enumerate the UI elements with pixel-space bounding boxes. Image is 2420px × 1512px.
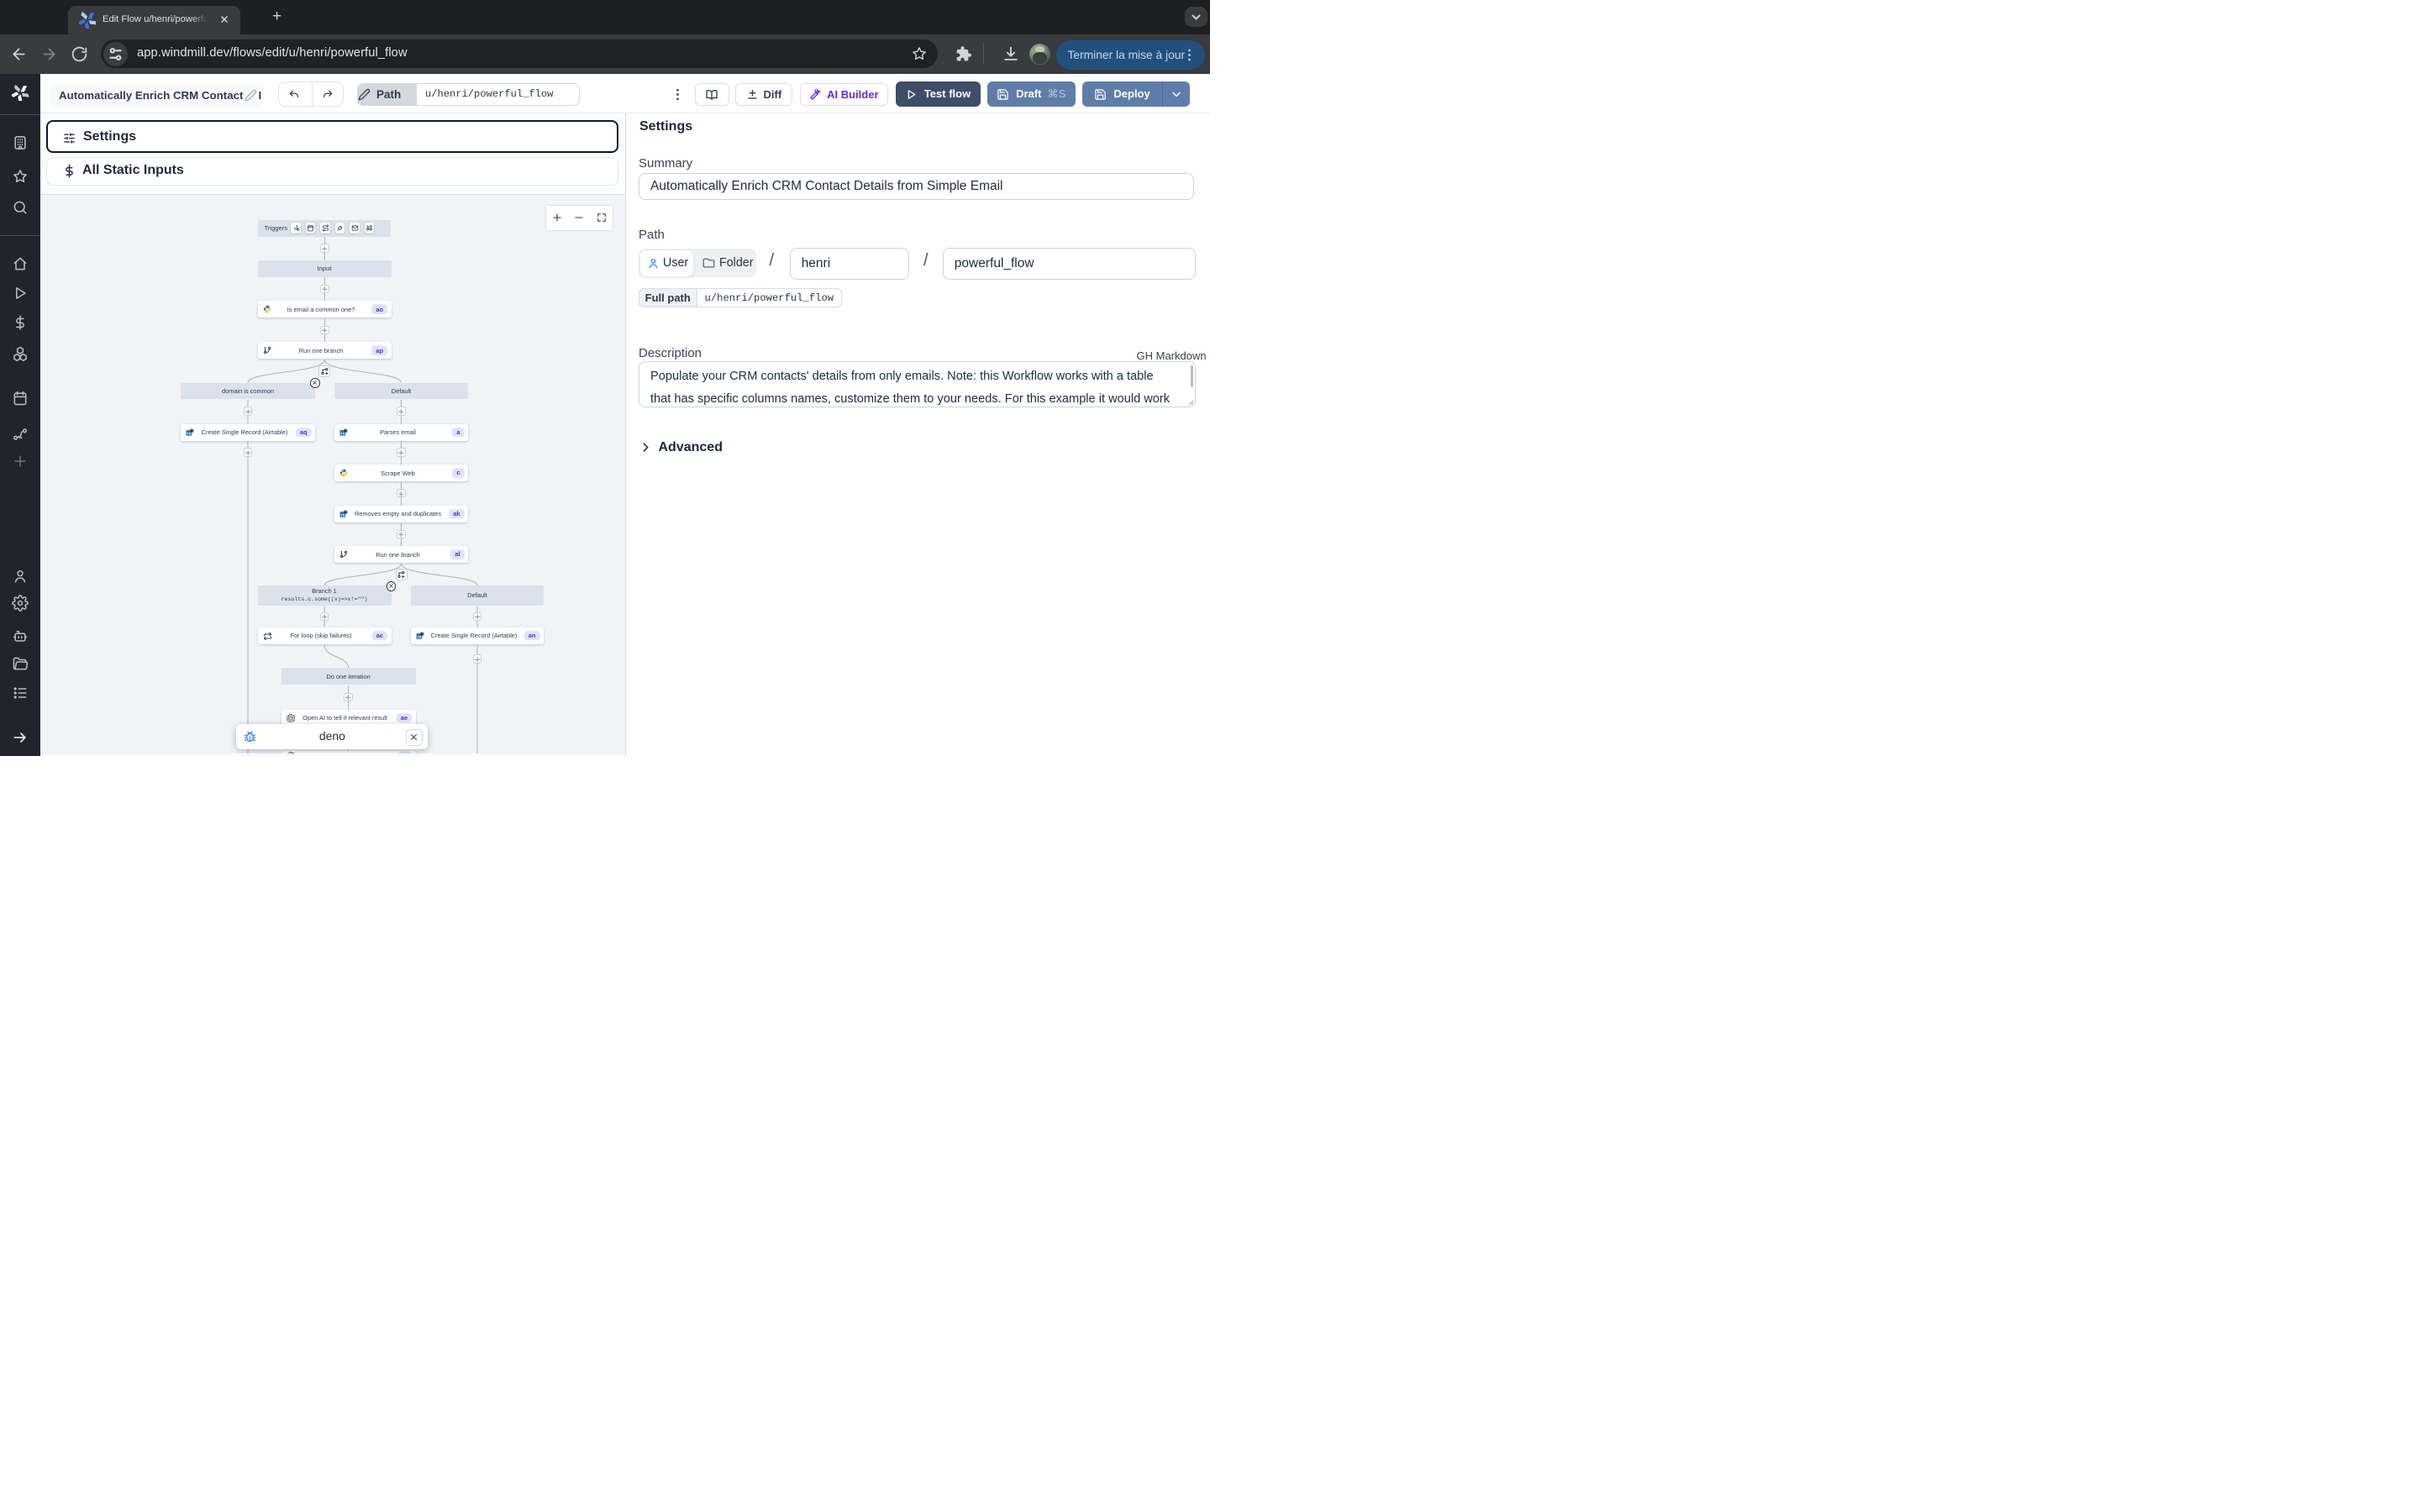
svg-text:TS: TS — [418, 635, 422, 638]
svg-text:TS: TS — [341, 513, 345, 517]
svg-text:TS: TS — [341, 432, 345, 435]
svg-text:TS: TS — [187, 432, 192, 435]
